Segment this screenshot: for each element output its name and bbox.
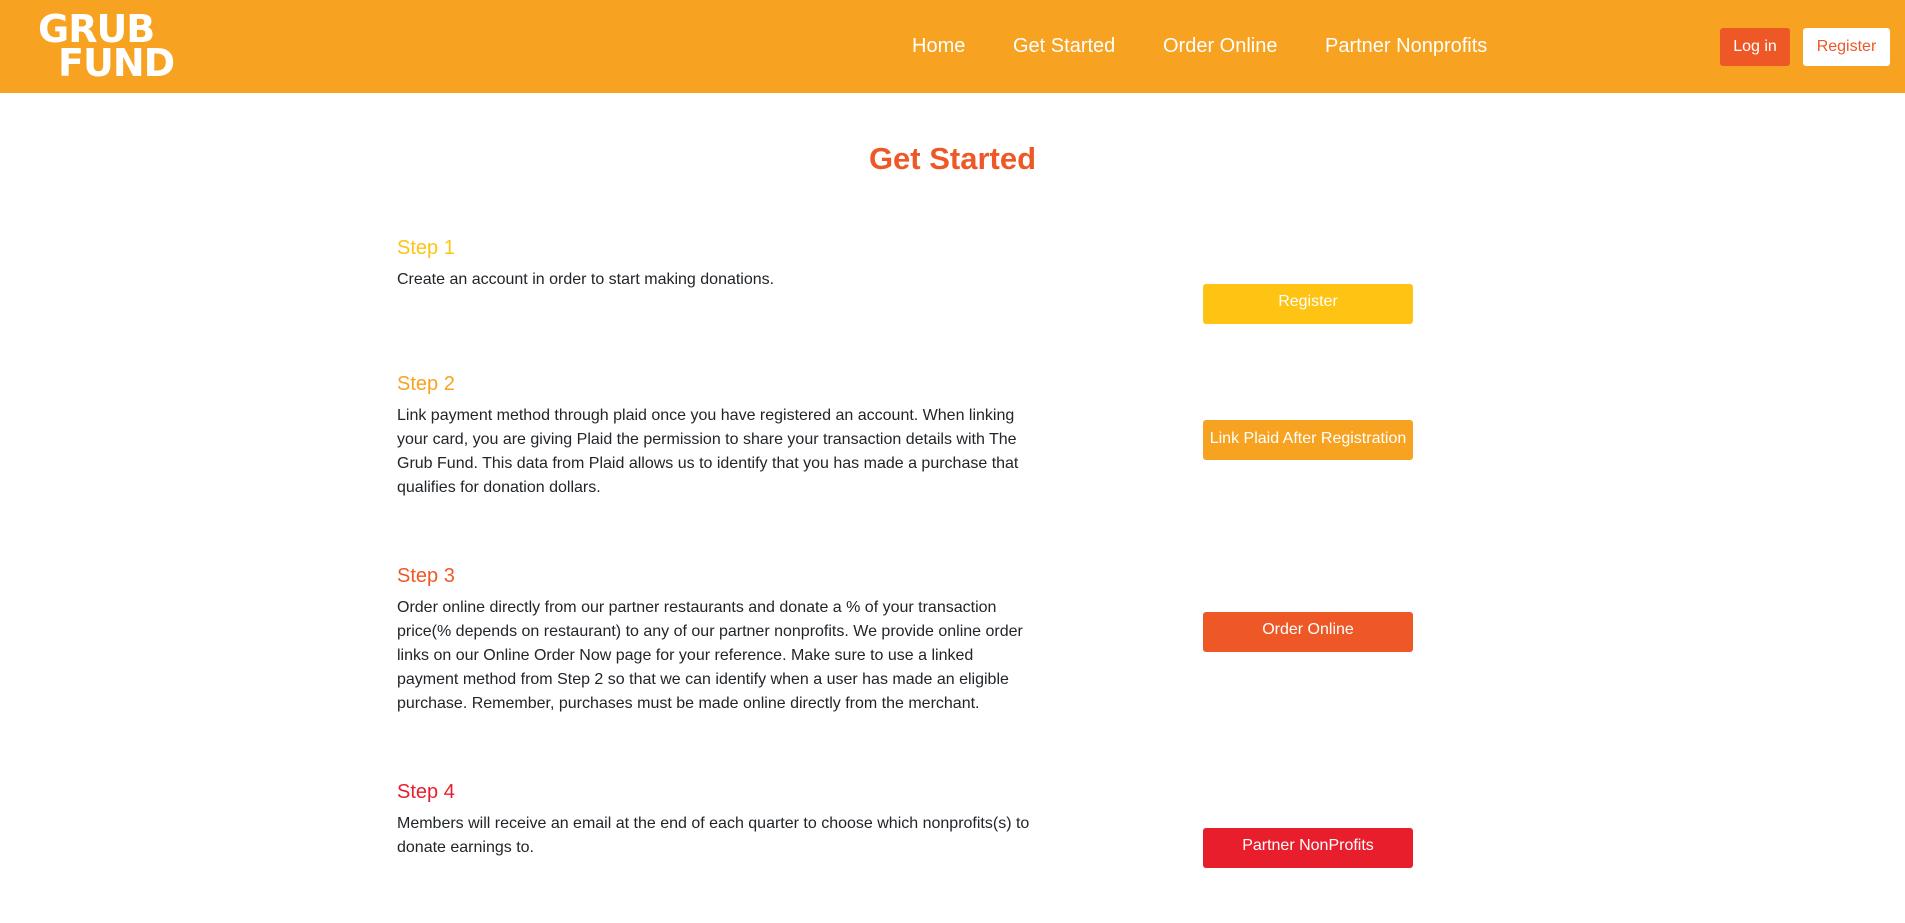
register-button-header[interactable]: Register xyxy=(1803,28,1890,66)
step-3-title: Step 3 xyxy=(397,565,455,587)
step-1-register-button[interactable]: Register xyxy=(1203,284,1413,324)
partner-nonprofits-button[interactable]: Partner NonProfits xyxy=(1203,828,1413,868)
step-4-title: Step 4 xyxy=(397,781,455,803)
step-1-title: Step 1 xyxy=(397,237,455,259)
login-button[interactable]: Log in xyxy=(1720,28,1790,66)
nav-order-online[interactable]: Order Online xyxy=(1163,35,1278,58)
step-3: Step 3 Order online directly from our pa… xyxy=(397,564,1037,716)
link-plaid-button[interactable]: Link Plaid After Registration xyxy=(1203,420,1413,460)
nav-partner-nonprofits[interactable]: Partner Nonprofits xyxy=(1325,35,1487,58)
step-2-title: Step 2 xyxy=(397,373,455,395)
step-2: Step 2 Link payment method through plaid… xyxy=(397,372,1037,500)
logo-line-2: FUND xyxy=(58,41,175,85)
step-4-description: Members will receive an email at the end… xyxy=(397,815,1030,856)
navbar: GRUB FUND Home Get Started Order Online … xyxy=(0,0,1905,93)
nav-home[interactable]: Home xyxy=(912,35,965,58)
step-4: Step 4 Members will receive an email at … xyxy=(397,780,1037,860)
page-title: Get Started xyxy=(868,141,1037,176)
nav-get-started[interactable]: Get Started xyxy=(1013,35,1115,58)
step-2-description: Link payment method through plaid once y… xyxy=(397,407,1019,496)
order-online-button[interactable]: Order Online xyxy=(1203,612,1413,652)
grub-fund-logo[interactable]: GRUB FUND xyxy=(38,10,175,85)
step-1: Step 1 Create an account in order to sta… xyxy=(397,236,1037,292)
step-3-description: Order online directly from our partner r… xyxy=(397,599,1023,712)
step-1-description: Create an account in order to start maki… xyxy=(397,271,775,288)
